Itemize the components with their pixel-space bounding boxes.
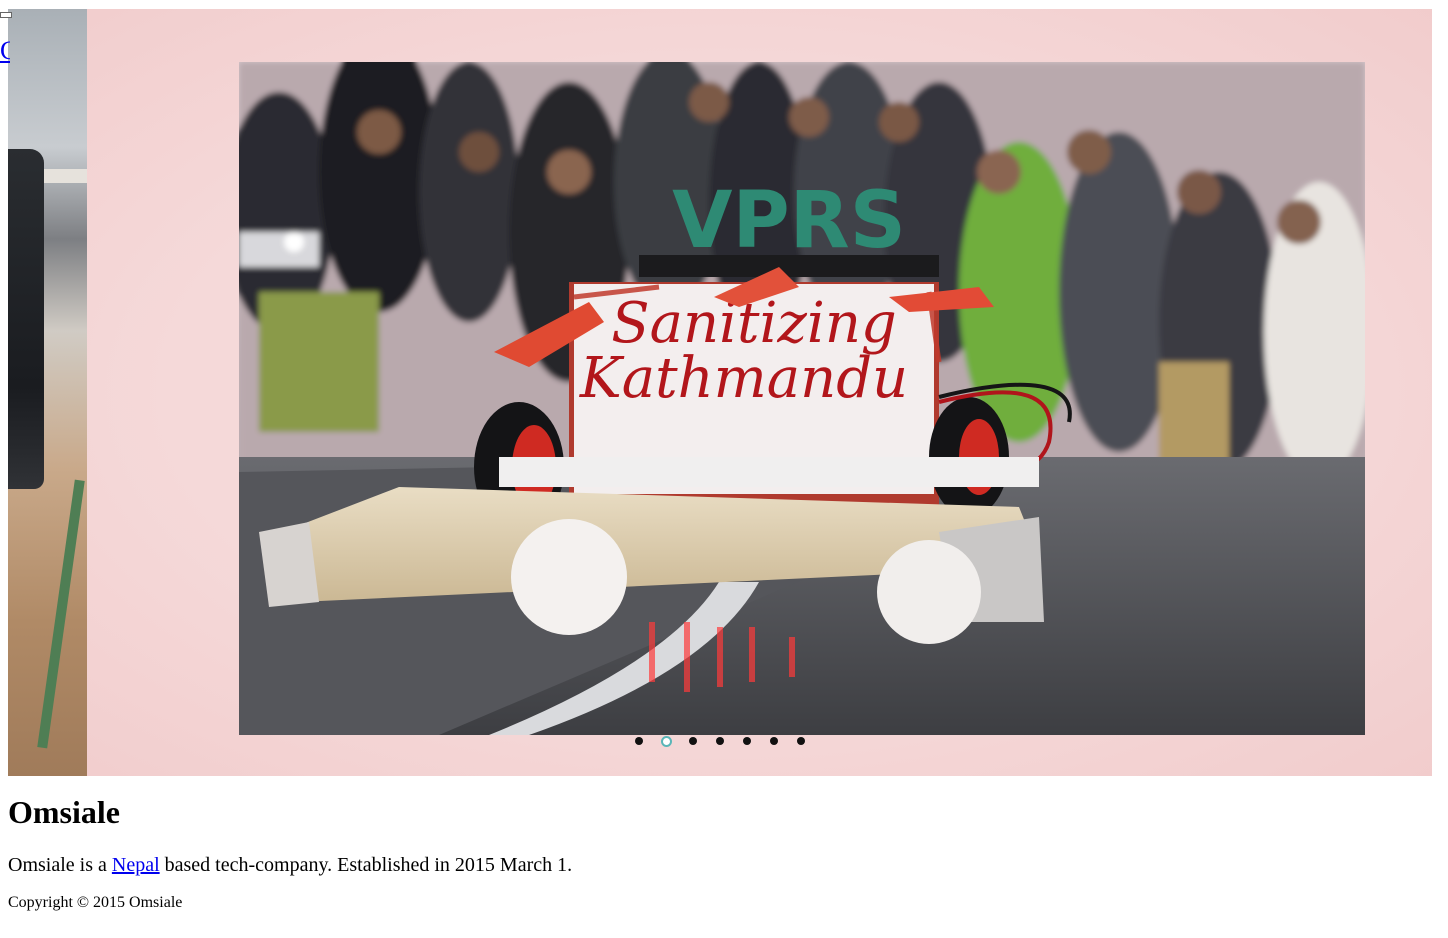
slider-dot-6[interactable] bbox=[770, 737, 778, 745]
page: VPRS Sanitizing Kathmandu C Omsiale Omsi… bbox=[0, 0, 1448, 938]
menu-toggle[interactable] bbox=[0, 12, 12, 18]
slider-dot-2-active[interactable] bbox=[661, 735, 672, 747]
prev-slide-person bbox=[8, 149, 44, 489]
banner-line-2: Kathmandu bbox=[579, 346, 908, 411]
about-suffix: based tech-company. Established in 2015 … bbox=[159, 854, 573, 876]
slider-dot-5[interactable] bbox=[743, 737, 751, 745]
robot-photo: VPRS Sanitizing Kathmandu bbox=[239, 62, 1365, 735]
nepal-link[interactable]: Nepal bbox=[112, 854, 160, 876]
robot-sign-text: VPRS bbox=[672, 176, 906, 266]
previous-slide-image[interactable] bbox=[8, 9, 87, 776]
site-title: Omsiale bbox=[8, 794, 120, 830]
image-slider[interactable]: VPRS Sanitizing Kathmandu bbox=[8, 9, 1432, 776]
slider-dot-3[interactable] bbox=[689, 737, 697, 745]
current-slide-image[interactable]: VPRS Sanitizing Kathmandu bbox=[239, 62, 1365, 735]
about-prefix: Omsiale is a bbox=[8, 854, 112, 876]
about-text: Omsiale is a Nepal based tech-company. E… bbox=[8, 853, 572, 877]
hidden-nav-link[interactable]: C bbox=[0, 36, 10, 66]
prev-slide-floor-stripe bbox=[37, 479, 85, 749]
slider-dots bbox=[635, 735, 824, 747]
slider-dot-4[interactable] bbox=[716, 737, 724, 745]
copyright-text: Copyright © 2015 Omsiale bbox=[8, 894, 183, 911]
slider-dot-1[interactable] bbox=[635, 737, 643, 745]
slider-dot-7[interactable] bbox=[797, 737, 805, 745]
